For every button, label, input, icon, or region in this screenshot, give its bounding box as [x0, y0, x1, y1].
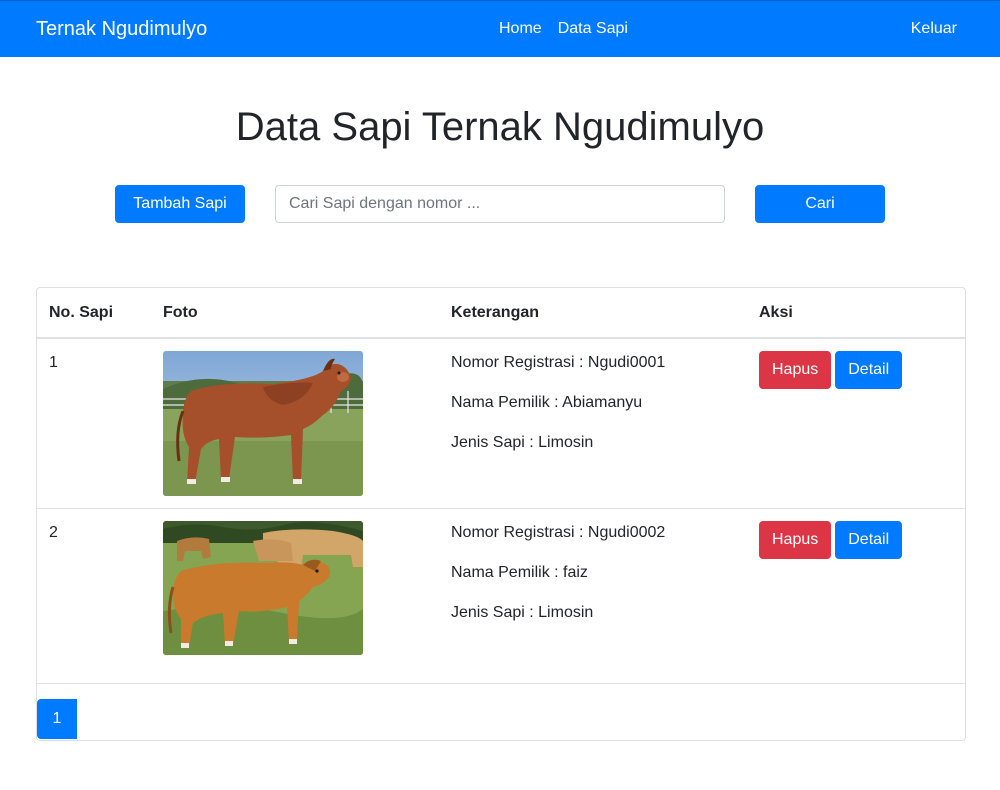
cow-number: 1 — [49, 354, 58, 371]
owner-name: Nama Pemilik : Abiamanyu — [451, 394, 643, 411]
cow-table-card: No. Sapi Foto Keterangan Aksi 1 Nomor Re… — [36, 287, 966, 741]
registration-number: Nomor Registrasi : Ngudi0001 — [451, 354, 666, 371]
cow-breed: Jenis Sapi : Limosin — [451, 604, 594, 621]
header-description: Keterangan — [451, 304, 540, 321]
page-title: Data Sapi Ternak Ngudimulyo — [235, 105, 765, 149]
nav-link-data-sapi[interactable]: Data Sapi — [558, 20, 628, 38]
cow-info: Nomor Registrasi : Ngudi0001 Nama Pemili… — [451, 354, 665, 474]
header-no: No. Sapi — [49, 304, 114, 321]
cow-photo-image — [163, 351, 363, 496]
nav-links: Home Data Sapi — [499, 20, 628, 38]
brand-link[interactable]: Ternak Ngudimulyo — [36, 18, 207, 41]
cow-info: Nomor Registrasi : Ngudi0002 Nama Pemili… — [451, 524, 665, 644]
table-header: No. Sapi Foto Keterangan Aksi — [37, 288, 965, 339]
delete-button[interactable]: Hapus — [759, 521, 832, 559]
registration-number: Nomor Registrasi : Ngudi0002 — [451, 524, 666, 541]
add-cow-button[interactable]: Tambah Sapi — [115, 185, 245, 223]
row-actions: Hapus Detail — [759, 351, 903, 389]
cow-number: 2 — [49, 524, 58, 541]
page-1-button[interactable]: 1 — [37, 699, 77, 739]
header-actions: Aksi — [759, 304, 793, 321]
row-actions: Hapus Detail — [759, 521, 903, 559]
cow-photo-image — [163, 521, 363, 655]
nav-link-home[interactable]: Home — [499, 20, 542, 38]
owner-name: Nama Pemilik : faiz — [451, 564, 588, 581]
delete-button[interactable]: Hapus — [759, 351, 832, 389]
table-row: 1 Nomor Registrasi: Ngudi0001 Nama Pemi… — [37, 339, 965, 509]
logout-link[interactable]: Keluar — [911, 20, 957, 38]
cow-photo — [163, 521, 363, 655]
table-row: 2 Nomor Registrasi: Ngudi0002 Nama Pemi… — [37, 509, 965, 684]
pagination: 1 — [37, 699, 77, 739]
top-navbar: Ternak Ngudimulyo Home Data Sapi Keluar — [0, 0, 1000, 57]
search-button[interactable]: Cari — [755, 185, 885, 223]
search-input[interactable] — [275, 185, 725, 223]
detail-button[interactable]: Detail — [835, 521, 903, 559]
cow-breed: Jenis Sapi : Limosin — [451, 434, 594, 451]
header-photo: Foto — [163, 304, 198, 321]
cow-photo — [163, 351, 363, 496]
detail-button[interactable]: Detail — [835, 351, 903, 389]
